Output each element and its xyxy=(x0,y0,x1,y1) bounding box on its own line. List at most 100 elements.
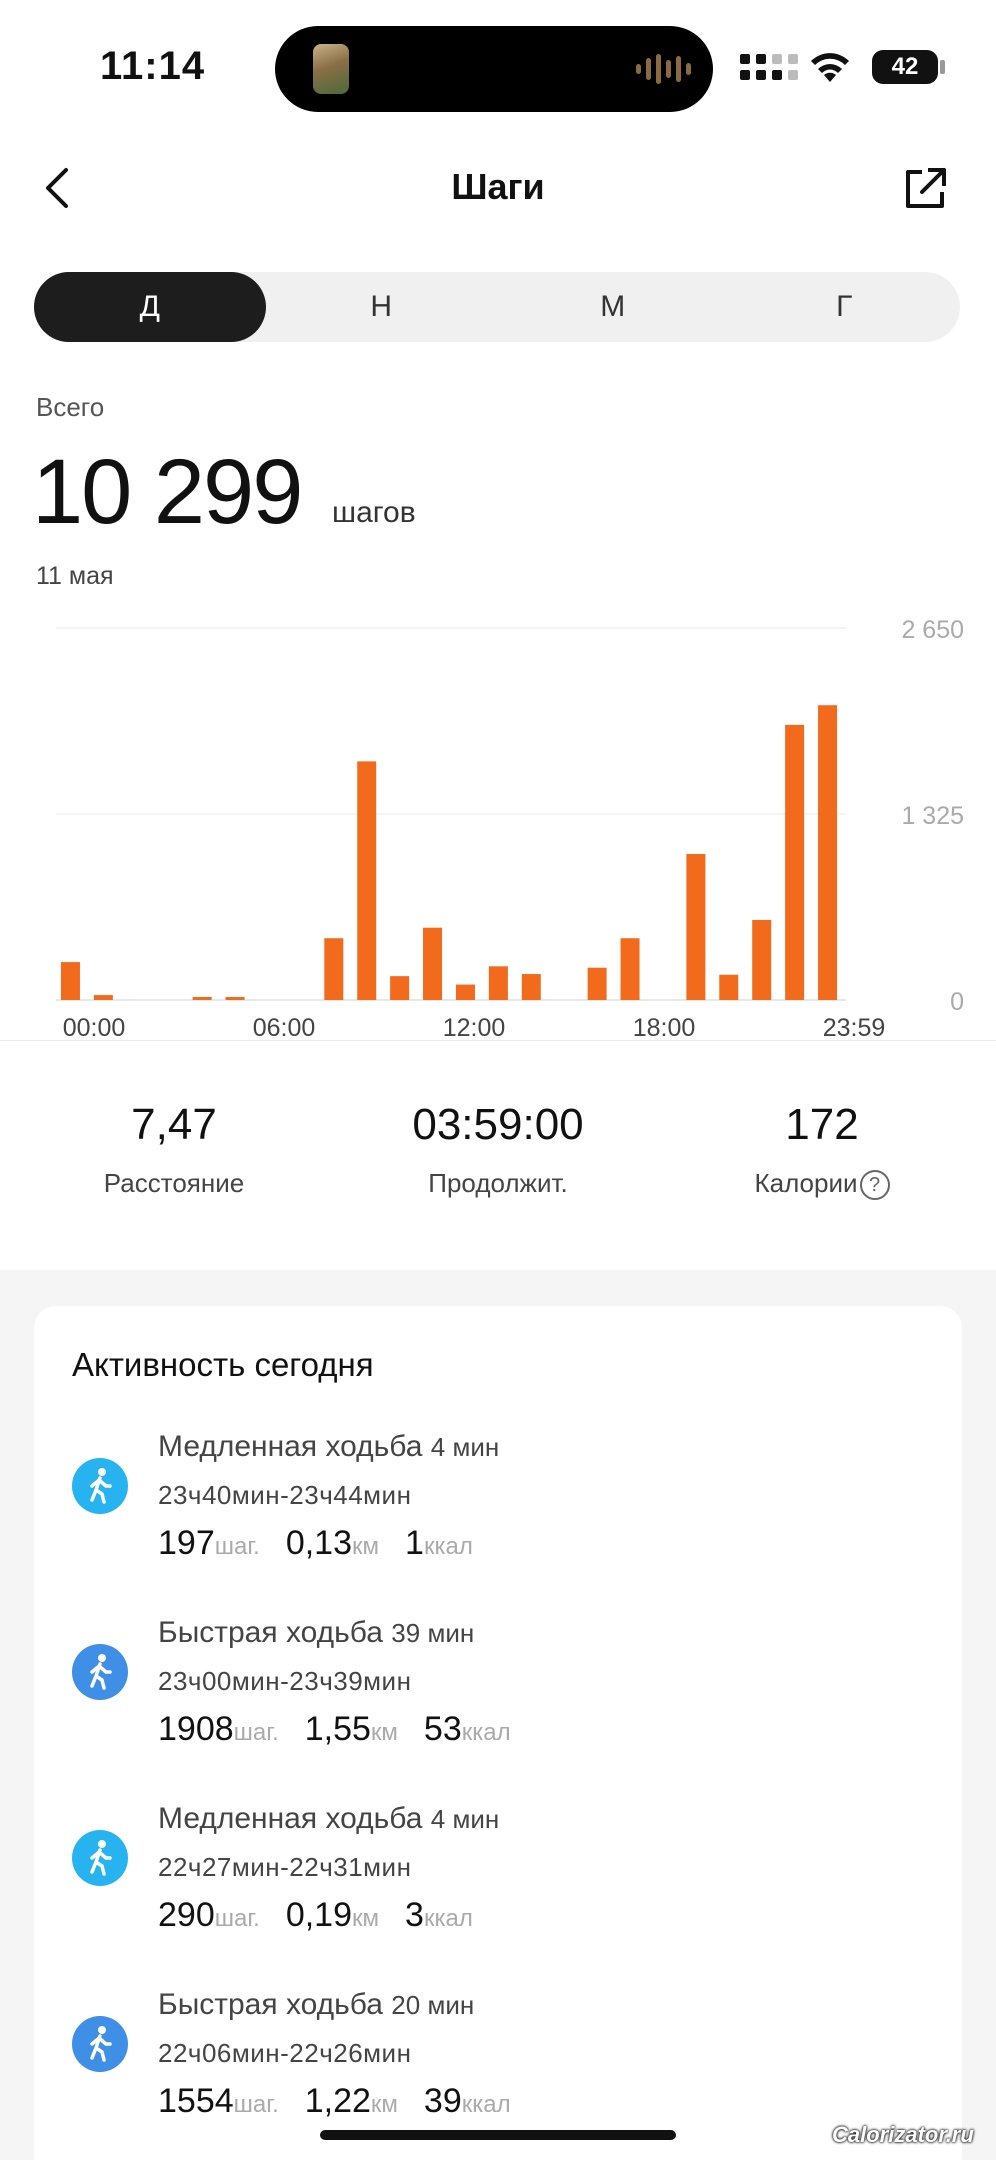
activity-name-row: Медленная ходьба 4 мин xyxy=(158,1802,499,1836)
activity-name: Медленная ходьба xyxy=(158,1430,423,1463)
activity-item[interactable]: Медленная ходьба 4 мин 22ч27мин-22ч31мин… xyxy=(34,1802,962,1952)
activity-time-range: 23ч40мин-23ч44мин xyxy=(158,1480,412,1510)
kcal-unit: ккал xyxy=(461,1719,511,1746)
activity-metrics: 1554шаг. 1,22км 39ккал xyxy=(158,2082,537,2121)
activity-kcal: 39 xyxy=(423,2082,462,2120)
activity-kcal: 53 xyxy=(423,1710,462,1748)
chart-bar xyxy=(587,967,607,1000)
activity-steps: 1554 xyxy=(158,2082,234,2120)
activity-name: Быстрая ходьба xyxy=(158,1616,383,1649)
activity-kcal: 3 xyxy=(405,1896,424,1934)
activity-duration: 39 мин xyxy=(391,1618,475,1648)
share-icon[interactable] xyxy=(902,166,948,212)
steps-unit: шаг. xyxy=(214,1905,260,1932)
chart-x-tick-label: 18:00 xyxy=(633,1014,696,1040)
total-label: Всего xyxy=(36,392,105,422)
calories-value: 172 xyxy=(785,1100,859,1149)
nav-bar: Шаги xyxy=(0,148,996,228)
segment-day[interactable]: Д xyxy=(34,272,266,342)
activity-item[interactable]: Быстрая ходьба 20 мин 22ч06мин-22ч26мин … xyxy=(34,1988,962,2138)
battery-icon: 42 xyxy=(872,50,938,84)
activity-duration: 4 мин xyxy=(430,1804,500,1834)
steps-unit: шаг. xyxy=(214,1533,260,1560)
activity-kcal: 1 xyxy=(405,1524,424,1562)
chart-x-tick-label: 23:59 xyxy=(823,1014,886,1040)
watermark: Calorizator.ru xyxy=(832,2122,974,2147)
segment-week[interactable]: Н xyxy=(266,272,498,342)
activity-metrics: 290шаг. 0,19км 3ккал xyxy=(158,1896,499,1935)
activity-distance: 1,22 xyxy=(304,2082,371,2120)
distance-value: 7,47 xyxy=(131,1100,217,1149)
selected-date: 11 мая xyxy=(36,562,114,590)
chart-bar xyxy=(192,997,212,1000)
distance-unit: км xyxy=(370,2091,398,2118)
chart-bar xyxy=(60,962,80,1000)
chart-x-tick-label: 12:00 xyxy=(443,1014,506,1040)
home-indicator xyxy=(320,2130,676,2140)
chart-bar xyxy=(93,995,113,1000)
segment-month[interactable]: М xyxy=(497,272,729,342)
activity-metrics: 1908шаг. 1,55км 53ккал xyxy=(158,1710,537,1749)
chart-y-tick-label: 2 650 xyxy=(901,616,964,644)
divider xyxy=(0,1040,996,1041)
distance-label: Расстояние xyxy=(103,1168,245,1198)
activity-distance: 0,19 xyxy=(285,1896,353,1934)
period-segmented-control: Д Н М Г xyxy=(34,272,960,342)
chart-bar xyxy=(620,938,640,1000)
distance-unit: км xyxy=(370,1719,398,1746)
chart-y-tick-label: 1 325 xyxy=(901,802,964,830)
chart-bar xyxy=(818,705,838,1000)
stats-row: 7,47 Расстояние 03:59:00 Продолжит. 172 … xyxy=(0,1100,996,1210)
activity-name: Быстрая ходьба xyxy=(158,1988,383,2021)
chart-bar xyxy=(455,984,475,1000)
activity-name-row: Быстрая ходьба 39 мин xyxy=(158,1616,474,1650)
activity-time-range: 23ч00мин-23ч39мин xyxy=(158,1666,412,1696)
chart-bar xyxy=(719,974,739,1000)
calories-label: Калории xyxy=(754,1168,858,1198)
fast-walk-icon xyxy=(72,1644,128,1700)
kcal-unit: ккал xyxy=(423,1533,473,1560)
chart-x-tick-label: 00:00 xyxy=(63,1014,126,1040)
chart-bar xyxy=(488,966,508,1000)
chart-bar xyxy=(785,724,805,1000)
activity-steps: 290 xyxy=(158,1896,215,1934)
segment-year[interactable]: Г xyxy=(729,272,961,342)
help-icon[interactable]: ? xyxy=(859,1170,890,1201)
activity-duration: 4 мин xyxy=(430,1432,500,1462)
battery-tip xyxy=(940,60,945,74)
steps-bar-chart[interactable]: 2 650 1 325 0 00:00 06:00 12:00 18:00 23:59 xyxy=(0,600,996,1042)
slow-walk-icon xyxy=(72,1830,128,1886)
activity-name: Медленная ходьба xyxy=(158,1802,423,1835)
steps-unit: шаг. xyxy=(233,1719,279,1746)
chart-bar xyxy=(225,997,245,1000)
activity-item[interactable]: Быстрая ходьба 39 мин 23ч00мин-23ч39мин … xyxy=(34,1616,962,1766)
calories-label-row: Калории? xyxy=(662,1168,982,1201)
now-playing-artwork xyxy=(313,44,349,94)
activity-time-range: 22ч06мин-22ч26мин xyxy=(158,2038,412,2068)
activity-distance: 0,13 xyxy=(285,1524,353,1562)
dynamic-island[interactable] xyxy=(275,26,713,112)
cellular-signal-icon xyxy=(740,54,798,80)
activity-distance: 1,55 xyxy=(304,1710,371,1748)
activity-card: Активность сегодня Медленная ходьба 4 ми… xyxy=(34,1306,962,2160)
fast-walk-icon xyxy=(72,2016,128,2072)
chart-y-tick-label: 0 xyxy=(950,988,964,1016)
page-title: Шаги xyxy=(451,166,545,207)
distance-unit: км xyxy=(352,1905,380,1932)
slow-walk-icon xyxy=(72,1458,128,1514)
kcal-unit: ккал xyxy=(423,1905,473,1932)
activity-name-row: Быстрая ходьба 20 мин xyxy=(158,1988,474,2022)
activity-steps: 197 xyxy=(158,1524,215,1562)
chart-bar xyxy=(752,919,772,1000)
activity-item[interactable]: Медленная ходьба 4 мин 23ч40мин-23ч44мин… xyxy=(34,1430,962,1580)
status-time: 11:14 xyxy=(100,44,206,88)
activity-name-row: Медленная ходьба 4 мин xyxy=(158,1430,499,1464)
activity-metrics: 197шаг. 0,13км 1ккал xyxy=(158,1524,499,1563)
chart-bar xyxy=(390,976,410,1000)
chart-bar xyxy=(521,974,541,1000)
stat-duration: 03:59:00 Продолжит. xyxy=(338,1100,658,1199)
audio-waveform-icon xyxy=(636,54,691,84)
activity-time-range: 22ч27мин-22ч31мин xyxy=(158,1852,412,1882)
steps-unit: шаг. xyxy=(233,2091,279,2118)
duration-label: Продолжит. xyxy=(428,1168,568,1198)
